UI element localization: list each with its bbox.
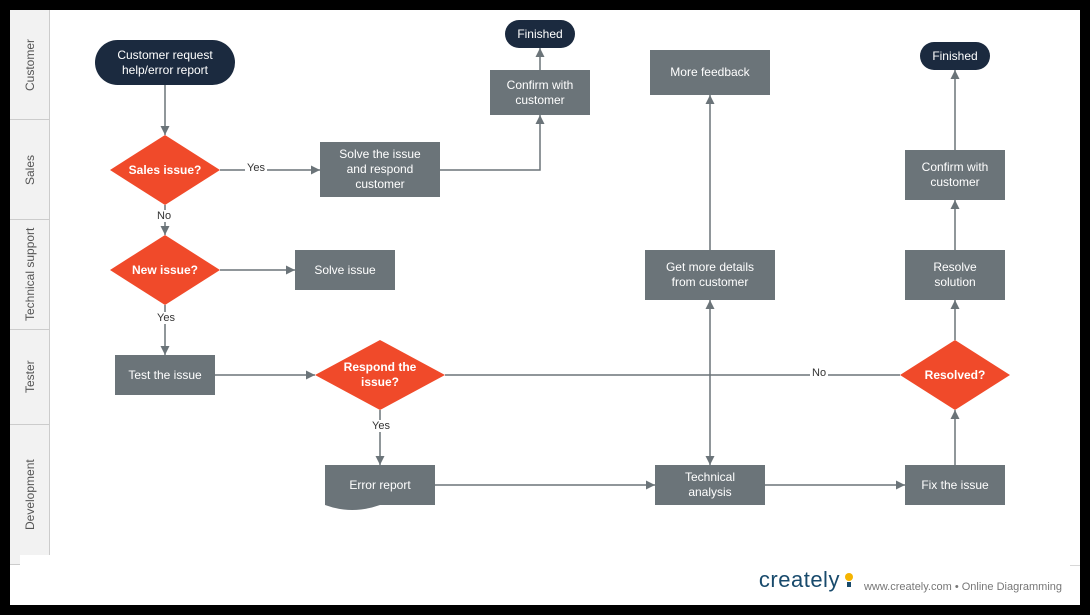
lane-tester: Tester xyxy=(10,330,50,425)
node-solve-issue: Solve issue xyxy=(295,250,395,290)
node-finished-2: Finished xyxy=(920,42,990,70)
node-more-feedback: More feedback xyxy=(650,50,770,95)
document-label: Error report xyxy=(349,478,410,493)
edge-label-no: No xyxy=(155,210,173,222)
node-confirm-customer-2: Confirm with customer xyxy=(905,150,1005,200)
node-start-terminal: Customer request help/error report xyxy=(95,40,235,85)
brand-name: creately xyxy=(759,567,840,593)
node-finished-1: Finished xyxy=(505,20,575,48)
lane-tech-support: Technical support xyxy=(10,220,50,330)
edge-label-no: No xyxy=(810,367,828,379)
node-error-report-document: Error report xyxy=(325,465,435,505)
node-solve-respond: Solve the issue and respond customer xyxy=(320,142,440,197)
diagram-area: Yes No Yes Yes No Customer request help/… xyxy=(50,10,1080,565)
decision-label: Sales issue? xyxy=(123,163,208,178)
lane-customer: Customer xyxy=(10,10,50,120)
node-resolved-decision: Resolved? xyxy=(900,340,1010,410)
lightbulb-icon xyxy=(844,573,854,587)
edge-label-yes: Yes xyxy=(155,312,177,324)
node-resolve-solution: Resolve solution xyxy=(905,250,1005,300)
node-new-issue-decision: New issue? xyxy=(110,235,220,305)
node-test-issue: Test the issue xyxy=(115,355,215,395)
swimlane-labels: Customer Sales Technical support Tester … xyxy=(10,10,50,565)
node-confirm-customer-1: Confirm with customer xyxy=(490,70,590,115)
diagram-canvas: Customer Sales Technical support Tester … xyxy=(10,10,1080,605)
footer-tagline: www.creately.com • Online Diagramming xyxy=(864,581,1062,593)
edge-label-yes: Yes xyxy=(245,162,267,174)
decision-label: Resolved? xyxy=(919,368,992,383)
lane-development: Development xyxy=(10,425,50,565)
node-get-details: Get more details from customer xyxy=(645,250,775,300)
node-sales-issue-decision: Sales issue? xyxy=(110,135,220,205)
footer: creately www.creately.com • Online Diagr… xyxy=(20,555,1070,595)
decision-label: Respond the issue? xyxy=(323,360,437,390)
node-technical-analysis: Technical analysis xyxy=(655,465,765,505)
node-respond-issue-decision: Respond the issue? xyxy=(315,340,445,410)
lane-sales: Sales xyxy=(10,120,50,220)
decision-label: New issue? xyxy=(126,263,204,278)
edge-label-yes: Yes xyxy=(370,420,392,432)
node-fix-issue: Fix the issue xyxy=(905,465,1005,505)
brand: creately xyxy=(759,567,854,593)
